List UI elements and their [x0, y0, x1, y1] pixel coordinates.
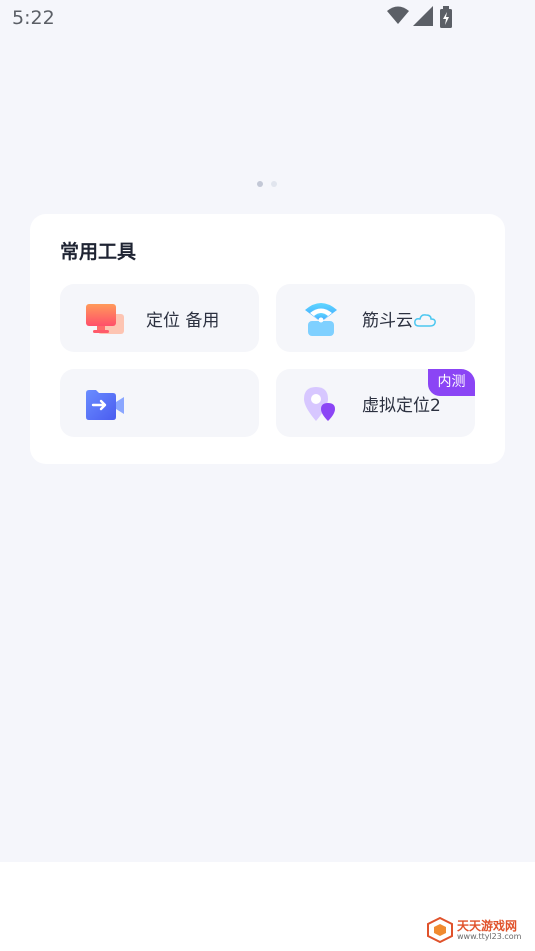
- location-pin-icon: [302, 387, 340, 421]
- status-time: 5:22: [12, 7, 55, 29]
- monitor-icon: [86, 302, 124, 336]
- card-title: 常用工具: [60, 241, 137, 263]
- video-transfer-icon: [86, 387, 124, 421]
- page-dot-active[interactable]: [257, 181, 263, 187]
- page-dot[interactable]: [271, 181, 277, 187]
- wifi-icon: [387, 6, 409, 24]
- cell-signal-icon: [413, 6, 433, 26]
- watermark-logo-icon: [427, 917, 453, 943]
- battery-charging-icon: [440, 6, 452, 28]
- watermark-url: www.ttyl23.com: [457, 932, 522, 941]
- cloud-icon: [414, 312, 436, 331]
- beta-badge: 内测: [428, 369, 475, 396]
- site-watermark: 天天游戏网 www.ttyl23.com: [427, 915, 527, 945]
- tile-label: 筋斗云: [362, 311, 413, 331]
- tool-tile-video-transfer[interactable]: [60, 369, 259, 437]
- tool-tile-location-backup[interactable]: 定位 备用: [60, 284, 259, 352]
- app-screen: 5:22 常用工具 定位 备用 筋斗云 虚拟定位2 内测: [0, 0, 535, 862]
- wifi-chat-icon: [302, 302, 340, 336]
- status-bar: 5:22: [0, 0, 535, 36]
- tile-label: 虚拟定位2: [362, 396, 441, 416]
- tile-label: 定位 备用: [146, 311, 220, 331]
- common-tools-card: 常用工具 定位 备用 筋斗云 虚拟定位2 内测: [30, 214, 505, 464]
- tool-tile-virtual-location-2[interactable]: 虚拟定位2 内测: [276, 369, 475, 437]
- tool-tile-jindouyun[interactable]: 筋斗云: [276, 284, 475, 352]
